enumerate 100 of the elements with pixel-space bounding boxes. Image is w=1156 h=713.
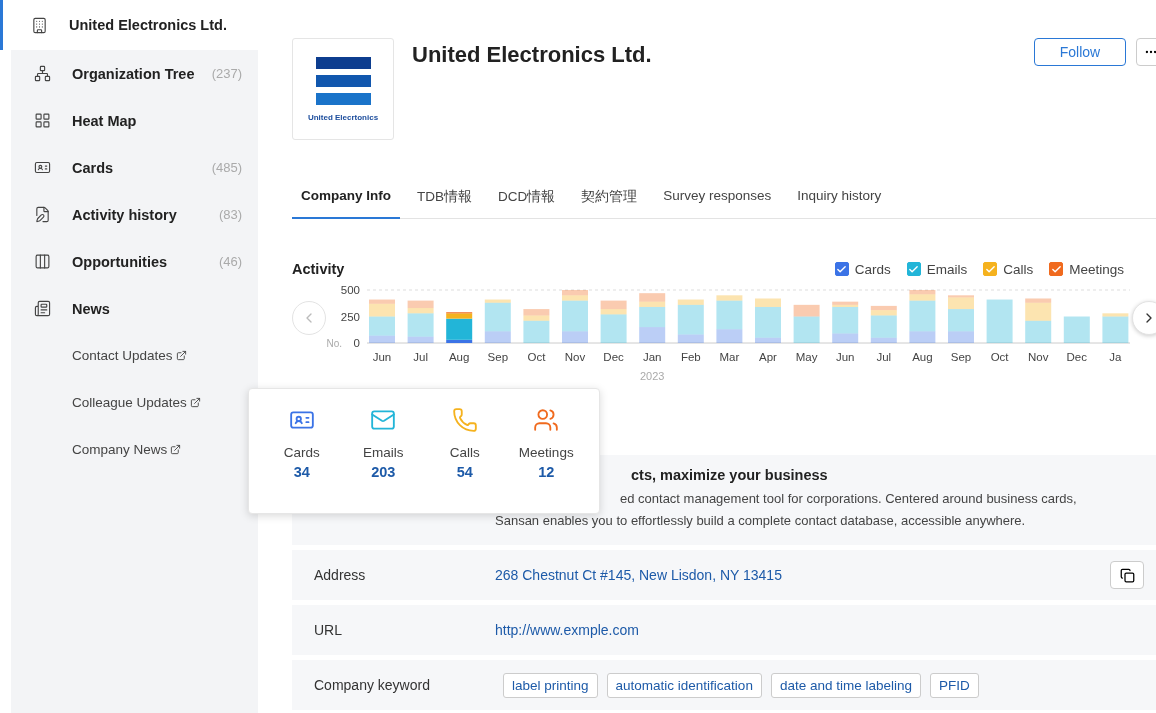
tab[interactable]: Company Info <box>292 180 400 219</box>
keyword-tag[interactable]: label printing <box>503 672 598 698</box>
year-label: 2023 <box>639 370 665 382</box>
legend-label: Emails <box>926 261 968 277</box>
tab[interactable]: 契約管理 <box>572 180 647 219</box>
sidebar-item[interactable]: Company News <box>11 426 258 473</box>
x-tick-label: May <box>795 351 818 363</box>
external-link-icon <box>175 350 187 361</box>
id-card-icon <box>34 159 52 176</box>
item-count: (237) <box>211 66 242 81</box>
description-text: Sansan enables you to effortlessly build a complete contact database, accessible anywhere. <box>495 514 1027 527</box>
document-pen-icon <box>34 206 52 223</box>
org-tree-icon <box>34 65 52 82</box>
stripes-logo-drawing <box>315 56 371 105</box>
legend-checkbox[interactable] <box>906 262 921 276</box>
sidebar-item-label: Heat Map <box>72 112 137 129</box>
x-tick-label: Nov <box>564 351 586 363</box>
keyword-tag[interactable]: automatic identification <box>606 672 762 698</box>
sidebar-item[interactable]: Heat Map <box>11 97 258 144</box>
y-tick-label: 0 <box>353 337 360 349</box>
tooltip-label: Cards <box>283 445 320 460</box>
sidebar-item-label: Contact Updates <box>72 348 173 363</box>
sidebar-item[interactable]: Activity history (83) <box>11 191 258 238</box>
field-link[interactable]: 268 Chestnut Ct #145, New Lisdon, NY 13415 <box>495 567 1110 583</box>
follow-button[interactable]: Follow <box>1034 38 1126 66</box>
x-tick-label: Nov <box>1027 351 1049 363</box>
sidebar-item[interactable]: Colleague Updates <box>11 379 258 426</box>
next-button[interactable] <box>1132 301 1156 335</box>
building-icon <box>31 16 49 34</box>
x-tick-label: Jun <box>835 351 855 363</box>
x-tick-label: Sep <box>487 351 509 363</box>
sidebar-item[interactable]: Opportunities (46) <box>11 238 258 285</box>
legend-label: Meetings <box>1069 261 1124 277</box>
sidebar-item-label: Colleague Updates <box>72 395 187 410</box>
copy-button[interactable] <box>1110 561 1144 589</box>
y-tick-label: 500 <box>340 284 360 296</box>
sidebar-item[interactable]: Contact Updates <box>11 332 258 379</box>
item-count: (485) <box>211 160 242 175</box>
sidebar-item[interactable]: United Electronics Ltd. <box>0 0 258 50</box>
tooltip-value: 34 <box>293 464 310 480</box>
copy-icon <box>1119 567 1135 583</box>
external-link-icon <box>189 397 201 408</box>
sidebar-item-label: Opportunities <box>72 253 168 270</box>
x-tick-label: Oct <box>990 351 1009 363</box>
tooltip-value: 12 <box>538 464 555 480</box>
field-label: Company keyword <box>314 677 431 693</box>
tooltip-label: Calls <box>449 445 480 460</box>
legend-checkbox[interactable] <box>834 262 849 276</box>
logo-text: United Elecrtonics <box>307 112 379 122</box>
phone-icon <box>451 407 478 433</box>
company-title: United Electronics Ltd. <box>412 42 653 69</box>
tooltip-label: Emails <box>363 445 404 460</box>
tab[interactable]: DCD情報 <box>489 180 565 219</box>
x-tick-label: Apr <box>759 351 777 363</box>
tooltip-value: 54 <box>456 464 473 480</box>
legend-checkbox[interactable] <box>983 262 998 276</box>
tab[interactable]: TDB情報 <box>408 180 481 219</box>
x-tick-label: Jan <box>642 351 662 363</box>
sidebar-item-label: Cards <box>72 159 114 176</box>
section-title: Activity <box>292 261 346 277</box>
y-tick-label: 250 <box>340 310 360 323</box>
tab[interactable]: Inquiry history <box>788 180 891 219</box>
x-tick-label: Ja <box>1109 351 1122 363</box>
sidebar-item-label: Company News <box>72 442 168 457</box>
keyword-tag[interactable]: date and time labeling <box>770 672 921 698</box>
tooltip-label: Meetings <box>518 445 574 460</box>
description-title: cts, maximize your business <box>631 467 829 483</box>
legend-label: Calls <box>1003 261 1034 277</box>
sidebar-item[interactable]: Organization Tree (237) <box>11 50 258 97</box>
legend-checkbox[interactable] <box>1049 262 1064 276</box>
x-tick-label: Mar <box>719 351 740 363</box>
grid-icon <box>34 112 52 129</box>
sidebar-item-label: News <box>72 300 110 317</box>
x-tick-label: Jul <box>413 351 428 363</box>
tooltip-value: 203 <box>371 464 396 480</box>
columns-icon <box>34 253 52 270</box>
x-tick-label: Aug <box>912 351 933 363</box>
field-label: URL <box>314 622 343 638</box>
item-count: (46) <box>218 254 242 269</box>
x-tick-label: Dec <box>603 351 624 363</box>
field-label: Address <box>314 567 367 583</box>
people-icon <box>533 407 560 433</box>
description-text: ed contact management tool for corporations. Centered around business cards, <box>620 492 1078 505</box>
x-tick-label: Dec <box>1066 351 1088 363</box>
x-tick-label: Oct <box>527 351 546 363</box>
tab[interactable]: Survey responses <box>654 180 781 219</box>
sidebar-item-label: Activity history <box>72 206 177 223</box>
x-tick-label: Sep <box>950 351 972 363</box>
legend-label: Cards <box>854 261 891 277</box>
sidebar-item[interactable]: News <box>11 285 258 332</box>
x-tick-label: Feb <box>680 351 701 363</box>
external-link-icon <box>170 444 182 455</box>
x-tick-label: Jul <box>876 351 892 363</box>
keyword-tag[interactable]: PFID <box>930 672 979 698</box>
item-count: (83) <box>218 207 242 222</box>
field-link[interactable]: http://www.exmple.com <box>495 622 1144 638</box>
sidebar-item[interactable]: Cards (485) <box>11 144 258 191</box>
envelope-icon <box>370 407 397 433</box>
x-tick-label: Jun <box>372 351 392 363</box>
newspaper-icon <box>34 300 52 317</box>
